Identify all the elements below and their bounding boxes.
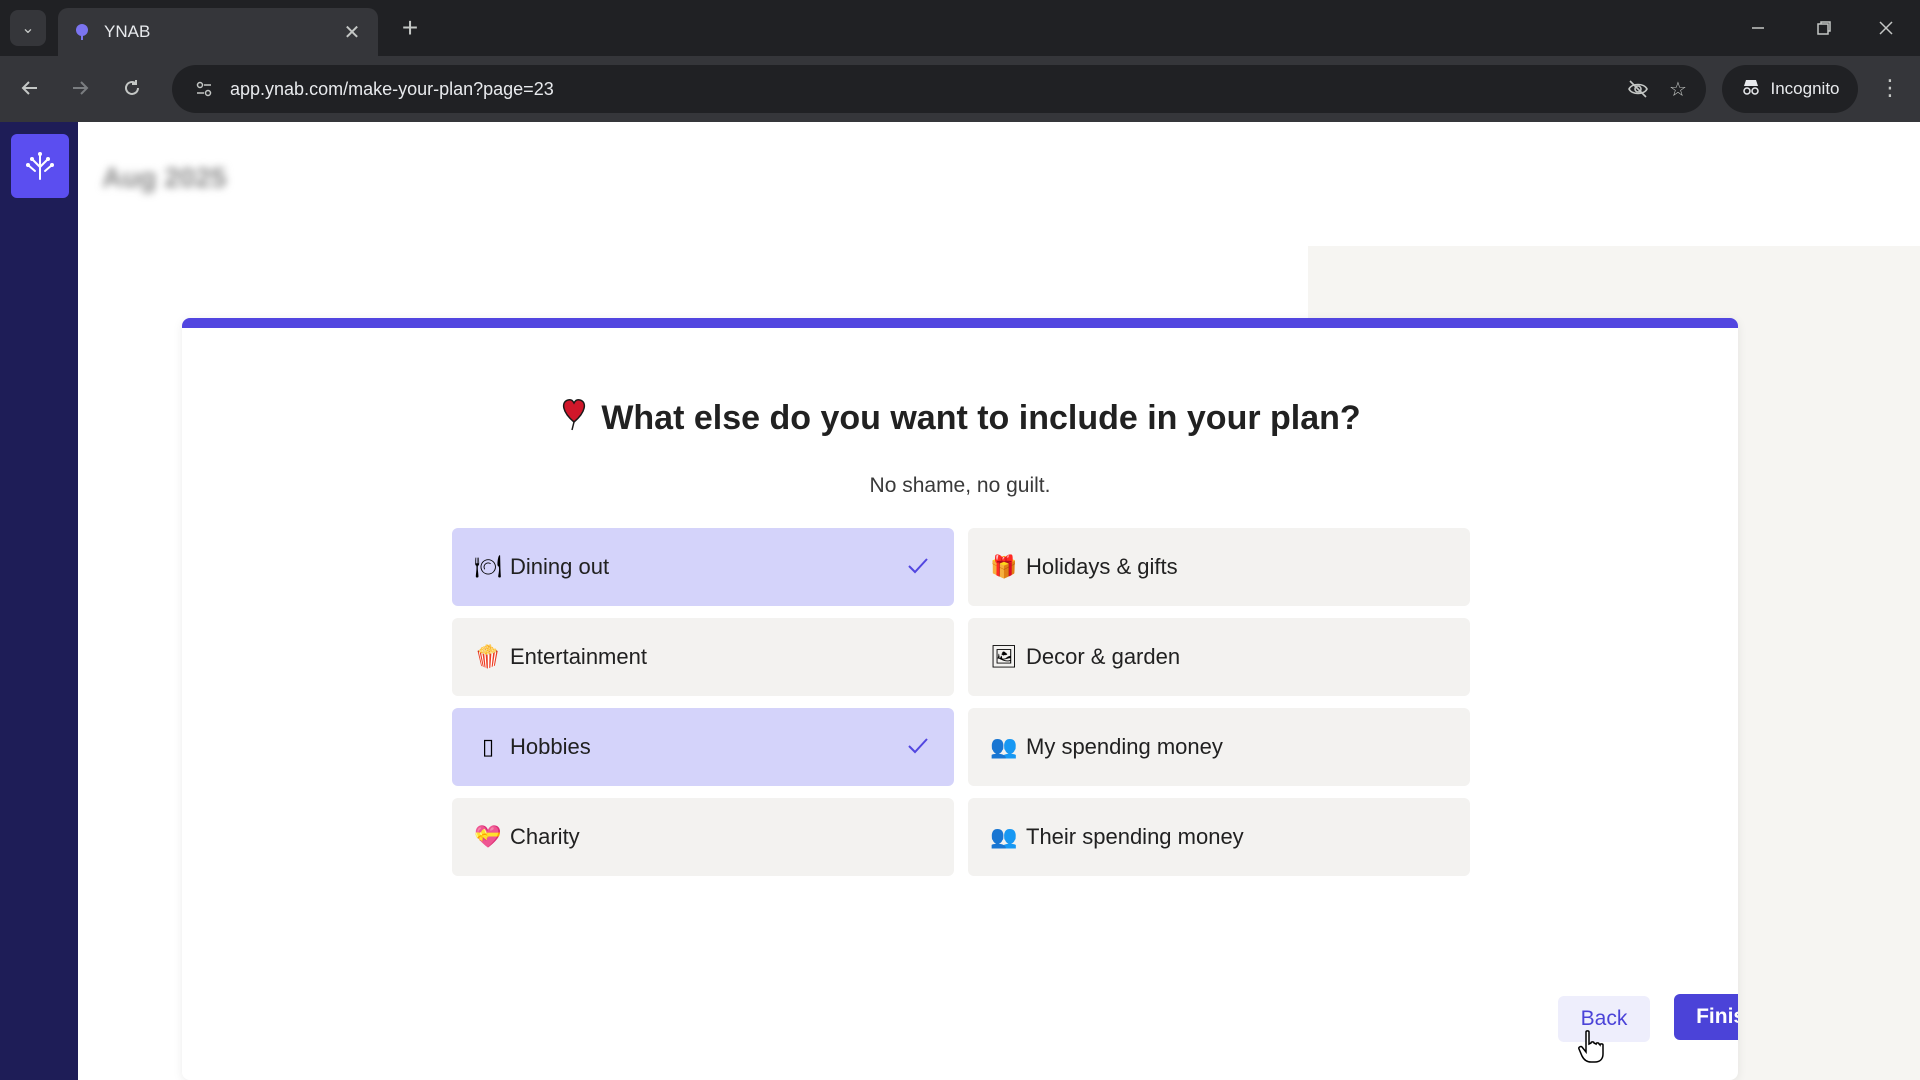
popcorn-icon: 🍿 [474, 644, 502, 669]
option-decor-garden[interactable]: 🖼 Decor & garden [968, 618, 1470, 696]
option-charity[interactable]: 💝 Charity [452, 798, 954, 876]
option-their-spending-money[interactable]: 👥 Their spending money [968, 798, 1470, 876]
option-label: Dining out [510, 554, 610, 579]
reload-icon[interactable] [114, 70, 150, 106]
address-bar[interactable]: app.ynab.com/make-your-plan?page=23 ☆ [172, 65, 1706, 113]
tab-list-icon[interactable]: ⌄ [10, 10, 46, 46]
back-icon[interactable] [12, 70, 48, 106]
option-label: Holidays & gifts [1026, 554, 1178, 579]
restore-icon[interactable] [1802, 8, 1846, 48]
tab-title: YNAB [104, 22, 151, 41]
new-tab-button[interactable]: + [394, 12, 426, 44]
option-entertainment[interactable]: 🍿 Entertainment [452, 618, 954, 696]
option-label: My spending money [1026, 734, 1223, 759]
ynab-favicon [72, 22, 92, 42]
app-sidebar [0, 122, 78, 1080]
close-tab-icon[interactable]: ✕ [340, 20, 364, 45]
framed-picture-icon: 🖼 [990, 644, 1018, 669]
option-label: Hobbies [510, 734, 591, 759]
more-menu-icon[interactable]: ⋮ [1872, 70, 1908, 106]
heading-text: What else do you want to include in your… [601, 399, 1361, 437]
heart-ribbon-icon: 💝 [474, 824, 502, 849]
star-icon[interactable]: ☆ [1658, 77, 1698, 102]
modal-subheading: No shame, no guilt. [869, 474, 1051, 497]
incognito-icon [1741, 78, 1761, 101]
option-label: Entertainment [510, 644, 647, 669]
category-options: 🍽 Dining out 🎁 Holidays & gifts 🍿 Entert… [452, 528, 1472, 876]
progress-bar [182, 318, 1738, 328]
plan-modal: What else do you want to include in your… [182, 318, 1738, 1080]
finish-button[interactable]: Finish [1674, 994, 1738, 1040]
option-holidays-gifts[interactable]: 🎁 Holidays & gifts [968, 528, 1470, 606]
heart-balloon-icon [559, 396, 589, 441]
option-my-spending-money[interactable]: 👥 My spending money [968, 708, 1470, 786]
option-dining-out[interactable]: 🍽 Dining out [452, 528, 954, 606]
option-label: Their spending money [1026, 824, 1244, 849]
forward-icon[interactable] [62, 70, 98, 106]
incognito-label: Incognito [1770, 79, 1840, 98]
month-title: Aug 2025 [102, 162, 227, 193]
hobby-icon: ▯ [481, 734, 495, 759]
incognito-indicator[interactable]: Incognito [1722, 65, 1858, 113]
browser-toolbar: app.ynab.com/make-your-plan?page=23 ☆ In… [0, 56, 1920, 122]
back-button[interactable]: Back [1558, 996, 1650, 1042]
site-info-icon[interactable] [184, 80, 224, 98]
minimize-icon[interactable] [1736, 8, 1780, 48]
modal-heading: What else do you want to include in your… [182, 396, 1738, 441]
url-text[interactable]: app.ynab.com/make-your-plan?page=23 [224, 79, 1618, 100]
app-main: Aug 2025 What else do you want to includ… [78, 122, 1920, 1080]
checkmark-icon [906, 554, 930, 578]
option-label: Decor & garden [1026, 644, 1181, 669]
browser-tab[interactable]: YNAB ✕ [58, 8, 378, 56]
gift-icon: 🎁 [990, 554, 1018, 579]
ynab-logo-icon[interactable] [11, 134, 69, 198]
browser-tab-bar: ⌄ YNAB ✕ + [0, 0, 1920, 56]
people-icon: 👥 [990, 734, 1018, 759]
hand-cursor-icon [1578, 1030, 1604, 1064]
checkmark-icon [906, 734, 930, 758]
close-window-icon[interactable] [1864, 8, 1908, 48]
eye-off-icon[interactable] [1618, 78, 1658, 100]
option-label: Charity [510, 824, 580, 849]
people-icon: 👥 [990, 824, 1018, 849]
option-hobbies[interactable]: ▯ Hobbies [452, 708, 954, 786]
plate-icon: 🍽 [474, 554, 502, 579]
